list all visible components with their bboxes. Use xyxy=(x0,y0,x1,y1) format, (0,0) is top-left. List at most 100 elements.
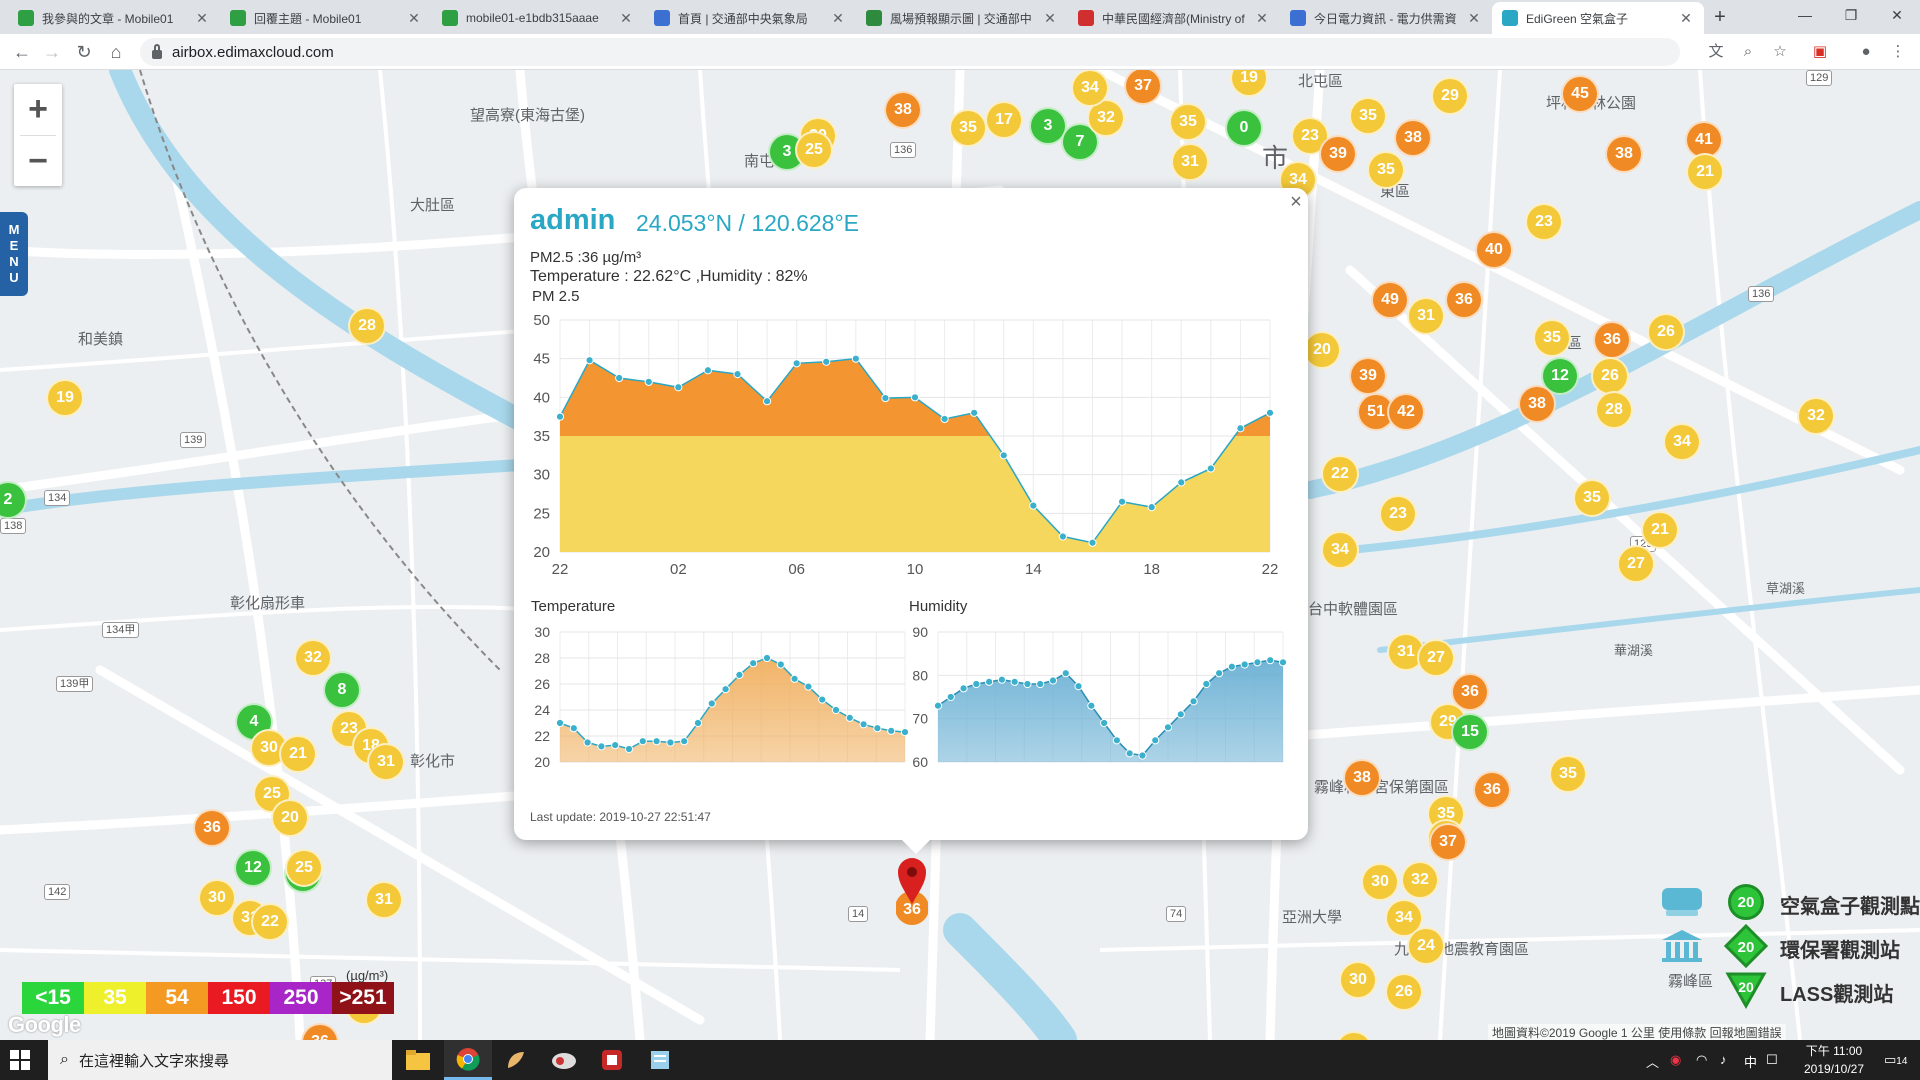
tab-close-icon[interactable]: ✕ xyxy=(830,10,846,27)
station-marker[interactable]: 31 xyxy=(365,881,403,919)
station-marker[interactable]: 36 xyxy=(1473,771,1511,809)
station-marker[interactable]: 35 xyxy=(1367,151,1405,189)
station-marker[interactable]: 40 xyxy=(1475,231,1513,269)
station-marker[interactable]: 15 xyxy=(1451,713,1489,751)
station-marker[interactable]: 38 xyxy=(1394,119,1432,157)
map-attribution[interactable]: 地圖資料©2019 Google 1 公里 使用條款 回報地圖錯誤 xyxy=(1488,1024,1786,1041)
station-marker[interactable]: 34 xyxy=(1321,531,1359,569)
station-marker[interactable]: 36 xyxy=(193,809,231,847)
tab-close-icon[interactable]: ✕ xyxy=(1678,10,1694,27)
station-marker[interactable]: 34 xyxy=(1071,70,1109,107)
profile-avatar-icon[interactable]: ● xyxy=(1856,42,1876,62)
station-marker[interactable]: 35 xyxy=(1349,97,1387,135)
station-marker[interactable]: 21 xyxy=(279,735,317,773)
station-marker[interactable]: 30 xyxy=(198,879,236,917)
station-marker[interactable]: 28 xyxy=(348,307,386,345)
station-marker[interactable]: 17 xyxy=(985,101,1023,139)
extension-icon[interactable]: ▣ xyxy=(1810,42,1830,62)
translate-icon[interactable]: ⽂ xyxy=(1706,42,1726,62)
windows-start-icon[interactable] xyxy=(10,1050,30,1070)
tray-ime-mode-icon[interactable]: ☐ xyxy=(1766,1052,1778,1068)
station-marker[interactable]: 31 xyxy=(1407,297,1445,335)
station-marker[interactable]: 35 xyxy=(1549,755,1587,793)
maximize-button[interactable]: ❐ xyxy=(1828,0,1874,30)
notification-center-icon[interactable]: ▭14 xyxy=(1884,1052,1907,1068)
station-marker[interactable]: 25 xyxy=(285,849,323,887)
browser-tab[interactable]: 今日電力資訊 - 電力供需資 ✕ xyxy=(1280,2,1492,34)
tray-volume-icon[interactable]: ♪ xyxy=(1720,1052,1727,1067)
tray-chevron-icon[interactable]: ︿ xyxy=(1646,1052,1659,1071)
tab-close-icon[interactable]: ✕ xyxy=(1042,10,1058,27)
station-marker[interactable]: 29 xyxy=(1431,77,1469,115)
address-bar[interactable]: airbox.edimaxcloud.com xyxy=(140,38,1680,66)
station-marker[interactable]: 25 xyxy=(795,131,833,169)
station-marker[interactable]: 49 xyxy=(1371,281,1409,319)
popup-close-button[interactable]: × xyxy=(1284,190,1308,214)
taskbar-app-3[interactable] xyxy=(492,1040,540,1080)
station-marker[interactable]: 36 xyxy=(1445,281,1483,319)
menu-dots-icon[interactable]: ⋮ xyxy=(1888,42,1908,62)
new-tab-button[interactable]: + xyxy=(1708,6,1732,30)
station-marker[interactable]: 45 xyxy=(1561,75,1599,113)
station-marker[interactable]: 26 xyxy=(1385,973,1423,1011)
station-marker[interactable]: 28 xyxy=(1595,391,1633,429)
station-marker[interactable]: 27 xyxy=(1417,639,1455,677)
station-marker[interactable]: 38 xyxy=(1343,759,1381,797)
station-marker[interactable]: 36 xyxy=(1593,321,1631,359)
browser-tab[interactable]: EdiGreen 空氣盒子 ✕ xyxy=(1492,2,1704,34)
zoom-out-button[interactable]: − xyxy=(14,136,62,187)
selected-station-pin[interactable]: 36 xyxy=(896,856,928,938)
station-marker[interactable]: 22 xyxy=(1321,455,1359,493)
station-marker[interactable]: 20 xyxy=(1303,331,1341,369)
station-marker[interactable]: 35 xyxy=(949,109,987,147)
station-marker[interactable]: 35 xyxy=(1573,479,1611,517)
station-marker[interactable]: 30 xyxy=(1339,961,1377,999)
station-marker[interactable]: 27 xyxy=(1617,545,1655,583)
browser-tab[interactable]: mobile01-e1bdb315aaae ✕ xyxy=(432,2,644,34)
station-marker[interactable]: 39 xyxy=(1319,135,1357,173)
browser-tab[interactable]: 首頁 | 交通部中央氣象局 ✕ xyxy=(644,2,856,34)
browser-tab[interactable]: 我參與的文章 - Mobile01 ✕ xyxy=(8,2,220,34)
browser-tab[interactable]: 風場預報顯示圖 | 交通部中 ✕ xyxy=(856,2,1068,34)
close-window-button[interactable]: ✕ xyxy=(1874,0,1920,30)
station-marker[interactable]: 32 xyxy=(1401,861,1439,899)
minimize-button[interactable]: — xyxy=(1782,0,1828,30)
station-marker[interactable]: 39 xyxy=(1349,357,1387,395)
forward-arrow-icon[interactable]: → xyxy=(40,40,64,64)
station-marker[interactable]: 23 xyxy=(1525,203,1563,241)
station-marker[interactable]: 24 xyxy=(1407,927,1445,965)
reload-icon[interactable]: ↻ xyxy=(72,40,96,64)
station-marker[interactable]: 21 xyxy=(1641,511,1679,549)
station-marker[interactable]: 30 xyxy=(1361,863,1399,901)
station-marker[interactable]: 23 xyxy=(1379,495,1417,533)
bookmark-star-icon[interactable]: ☆ xyxy=(1770,42,1790,62)
zoom-in-button[interactable]: + xyxy=(14,84,62,135)
tab-close-icon[interactable]: ✕ xyxy=(194,10,210,27)
chrome-app[interactable] xyxy=(444,1040,492,1080)
tray-wifi-icon[interactable]: ◠ xyxy=(1696,1052,1707,1068)
station-marker[interactable]: 38 xyxy=(1605,135,1643,173)
menu-button[interactable]: MENU xyxy=(0,212,28,296)
station-marker[interactable]: 34 xyxy=(1663,423,1701,461)
taskbar-app-6[interactable] xyxy=(636,1040,684,1080)
browser-tab[interactable]: 中華民國經濟部(Ministry of ✕ xyxy=(1068,2,1280,34)
station-marker[interactable]: 8 xyxy=(323,671,361,709)
taskbar-app-5[interactable] xyxy=(588,1040,636,1080)
tray-ime-indicator[interactable]: 中 xyxy=(1744,1052,1757,1071)
taskbar-search[interactable]: ⌕ 在這裡輸入文字來搜尋 xyxy=(48,1040,392,1080)
tab-close-icon[interactable]: ✕ xyxy=(618,10,634,27)
station-marker[interactable]: 0 xyxy=(1225,109,1263,147)
back-arrow-icon[interactable]: ← xyxy=(10,40,34,64)
station-marker[interactable]: 42 xyxy=(1387,393,1425,431)
station-marker[interactable]: 38 xyxy=(884,91,922,129)
tab-close-icon[interactable]: ✕ xyxy=(406,10,422,27)
file-explorer-app[interactable] xyxy=(394,1040,442,1080)
station-marker[interactable]: 19 xyxy=(46,379,84,417)
browser-tab[interactable]: 回覆主題 - Mobile01 ✕ xyxy=(220,2,432,34)
station-marker[interactable]: 35 xyxy=(1533,319,1571,357)
station-marker[interactable]: 21 xyxy=(1686,153,1724,191)
taskbar-app-4[interactable] xyxy=(540,1040,588,1080)
station-marker[interactable]: 37 xyxy=(1429,823,1467,861)
tab-close-icon[interactable]: ✕ xyxy=(1254,10,1270,27)
station-marker[interactable]: 38 xyxy=(1518,385,1556,423)
